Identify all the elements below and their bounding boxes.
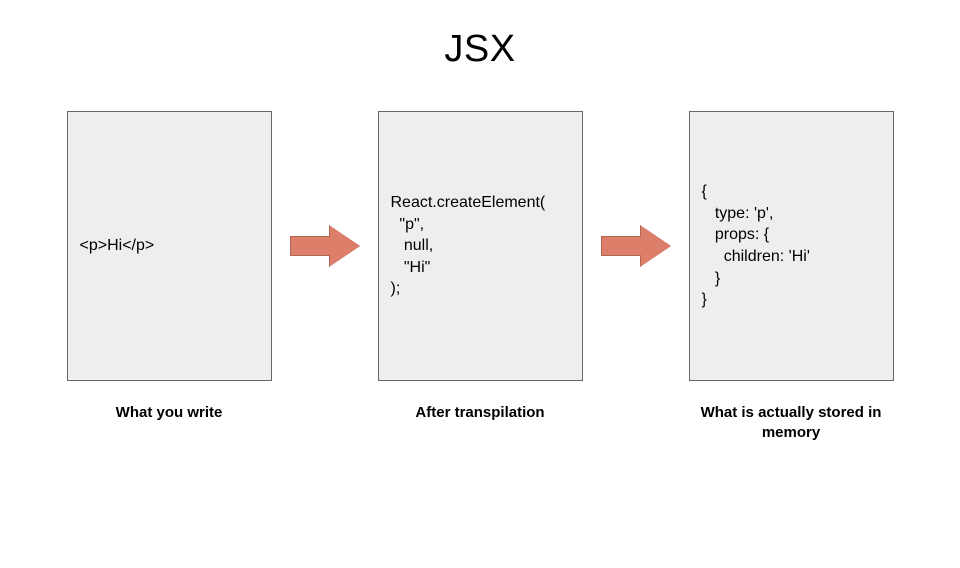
caption-spacer [290, 403, 360, 442]
diagram-row: <p>Hi</p> React.createElement( "p", null… [0, 111, 960, 381]
arrow-right-icon [601, 226, 671, 266]
caption-middle: After transpilation [378, 403, 583, 442]
caption-left: What you write [67, 403, 272, 442]
diagram-title: JSX [0, 28, 960, 71]
caption-spacer [601, 403, 671, 442]
box-what-you-write: <p>Hi</p> [67, 111, 272, 381]
caption-right: What is actually stored in memory [689, 403, 894, 442]
box-stored-in-memory: { type: 'p', props: { children: 'Hi' } } [689, 111, 894, 381]
arrow-right-icon [290, 226, 360, 266]
box-after-transpilation: React.createElement( "p", null, "Hi" ); [378, 111, 583, 381]
arrow-slot-1 [290, 226, 360, 266]
arrow-slot-2 [601, 226, 671, 266]
captions-row: What you write After transpilation What … [0, 403, 960, 442]
